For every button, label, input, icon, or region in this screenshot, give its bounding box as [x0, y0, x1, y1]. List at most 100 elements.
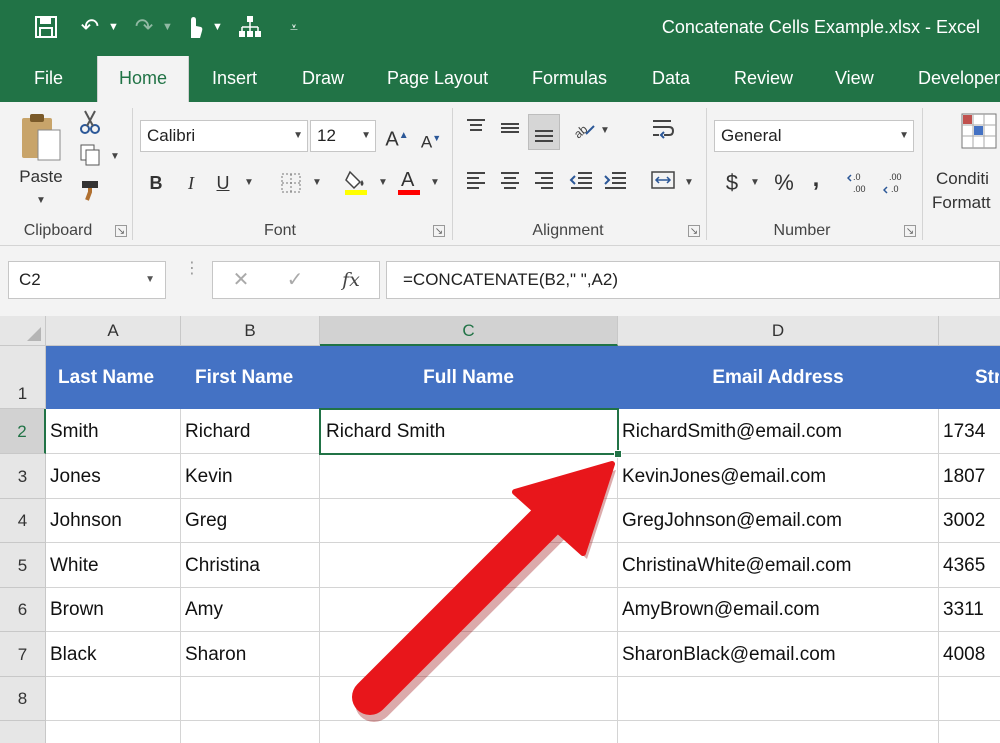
alignment-launcher-icon[interactable]: ↘ — [688, 225, 700, 237]
clipboard-launcher-icon[interactable]: ↘ — [115, 225, 127, 237]
cell-b9[interactable] — [181, 721, 320, 743]
formula-input[interactable]: =CONCATENATE(B2," ",A2) — [386, 261, 1000, 299]
conditional-formatting-icon[interactable] — [958, 110, 1000, 154]
align-left-icon[interactable] — [462, 168, 490, 198]
cell-d6[interactable]: AmyBrown@email.com — [618, 588, 939, 632]
percent-button[interactable]: % — [770, 168, 798, 198]
cell-e4[interactable]: 3002 — [939, 499, 1000, 543]
cell-c3[interactable] — [320, 454, 618, 499]
align-middle-icon[interactable] — [496, 116, 524, 146]
chevron-down-icon[interactable]: ▼ — [145, 262, 155, 298]
cell-e7[interactable]: 4008 — [939, 632, 1000, 677]
cell-b7[interactable]: Sharon — [181, 632, 320, 677]
paste-icon[interactable] — [16, 110, 64, 166]
number-launcher-icon[interactable]: ↘ — [904, 225, 916, 237]
cell-c6[interactable] — [320, 588, 618, 632]
conditional-formatting-label-2[interactable]: Formatt — [932, 188, 1000, 218]
cell-a3[interactable]: Jones — [46, 454, 181, 499]
currency-dropdown-icon[interactable]: ▼ — [750, 168, 760, 198]
tab-view[interactable]: View — [835, 54, 874, 102]
tab-page-layout[interactable]: Page Layout — [387, 54, 488, 102]
undo-dropdown-icon[interactable]: ▼ — [108, 10, 119, 44]
chevron-down-icon[interactable]: ▼ — [899, 121, 909, 151]
touch-mode-icon[interactable] — [180, 10, 208, 44]
cancel-entry-icon[interactable]: ✕ — [221, 262, 261, 298]
align-center-icon[interactable] — [496, 168, 524, 198]
cell-d7[interactable]: SharonBlack@email.com — [618, 632, 939, 677]
header-cell-email-address[interactable]: Email Address — [618, 346, 939, 409]
fill-handle[interactable] — [614, 450, 622, 458]
orientation-dropdown-icon[interactable]: ▼ — [600, 116, 610, 146]
cell-b2[interactable]: Richard — [181, 409, 320, 454]
bold-button[interactable]: B — [143, 168, 169, 198]
redo-icon[interactable]: ↷ — [130, 10, 158, 44]
tab-insert[interactable]: Insert — [212, 54, 257, 102]
cell-a8[interactable] — [46, 677, 181, 721]
row-header-2[interactable]: 2 — [0, 409, 46, 454]
cell-b8[interactable] — [181, 677, 320, 721]
chevron-down-icon[interactable]: ▼ — [293, 121, 303, 151]
cell-c4[interactable] — [320, 499, 618, 543]
cell-c9[interactable] — [320, 721, 618, 743]
cell-a2[interactable]: Smith — [46, 409, 181, 454]
increase-font-icon[interactable]: A▲ — [384, 121, 410, 151]
font-color-dropdown-icon[interactable]: ▼ — [430, 168, 440, 198]
decrease-font-icon[interactable]: A▼ — [418, 123, 444, 153]
column-header-a[interactable]: A — [46, 316, 181, 346]
increase-decimal-icon[interactable]: .0.00 — [846, 168, 878, 198]
select-all-button[interactable] — [0, 316, 46, 346]
column-header-b[interactable]: B — [181, 316, 320, 346]
cell-a7[interactable]: Black — [46, 632, 181, 677]
borders-dropdown-icon[interactable]: ▼ — [312, 168, 322, 198]
name-box[interactable]: C2 ▼ — [8, 261, 166, 299]
comma-style-button[interactable]: , — [806, 164, 826, 194]
font-color-icon[interactable]: A — [394, 166, 424, 196]
row-header-8[interactable]: 8 — [0, 677, 46, 721]
header-cell-full-name[interactable]: Full Name — [320, 346, 618, 409]
cell-d3[interactable]: KevinJones@email.com — [618, 454, 939, 499]
cell-e3[interactable]: 1807 — [939, 454, 1000, 499]
copy-icon[interactable] — [76, 142, 104, 172]
borders-icon[interactable] — [276, 168, 306, 198]
cell-c7[interactable] — [320, 632, 618, 677]
decrease-decimal-icon[interactable]: .00.0 — [882, 168, 914, 198]
cell-d5[interactable]: ChristinaWhite@email.com — [618, 543, 939, 588]
tab-formulas[interactable]: Formulas — [532, 54, 607, 102]
row-header-6[interactable]: 6 — [0, 588, 46, 632]
cell-e6[interactable]: 3311 — [939, 588, 1000, 632]
header-cell-street[interactable]: Str — [939, 346, 1000, 409]
number-format-combo[interactable]: General ▼ — [714, 120, 914, 152]
cell-c2[interactable]: Richard Smith — [320, 409, 618, 454]
wrap-text-icon[interactable] — [648, 116, 678, 146]
customize-qat-icon[interactable]: ⩡ — [284, 10, 304, 44]
format-painter-icon[interactable] — [76, 178, 104, 208]
cell-d8[interactable] — [618, 677, 939, 721]
confirm-entry-icon[interactable]: ✓ — [275, 262, 315, 298]
font-name-combo[interactable]: Calibri ▼ — [140, 120, 308, 152]
column-header-c[interactable]: C — [320, 316, 618, 346]
cell-c8[interactable] — [320, 677, 618, 721]
tab-data[interactable]: Data — [652, 54, 690, 102]
tab-review[interactable]: Review — [734, 54, 793, 102]
increase-indent-icon[interactable] — [600, 168, 630, 198]
cell-e8[interactable] — [939, 677, 1000, 721]
merge-dropdown-icon[interactable]: ▼ — [684, 168, 694, 198]
cell-e9[interactable] — [939, 721, 1000, 743]
column-header-d[interactable]: D — [618, 316, 939, 346]
orientation-icon[interactable]: ab — [568, 114, 598, 144]
row-header-5[interactable]: 5 — [0, 543, 46, 588]
underline-dropdown-icon[interactable]: ▼ — [244, 168, 254, 198]
formula-bar-grip-icon[interactable]: ⋮ — [184, 261, 200, 296]
cell-a6[interactable]: Brown — [46, 588, 181, 632]
currency-button[interactable]: $ — [720, 168, 744, 198]
cell-b5[interactable]: Christina — [181, 543, 320, 588]
row-header-3[interactable]: 3 — [0, 454, 46, 499]
row-header-4[interactable]: 4 — [0, 499, 46, 543]
tab-home[interactable]: Home — [97, 56, 189, 102]
align-bottom-icon[interactable] — [528, 114, 560, 150]
fill-color-dropdown-icon[interactable]: ▼ — [378, 168, 388, 198]
cell-b3[interactable]: Kevin — [181, 454, 320, 499]
cell-e2[interactable]: 1734 — [939, 409, 1000, 454]
cell-e5[interactable]: 4365 — [939, 543, 1000, 588]
align-top-icon[interactable] — [462, 116, 490, 146]
